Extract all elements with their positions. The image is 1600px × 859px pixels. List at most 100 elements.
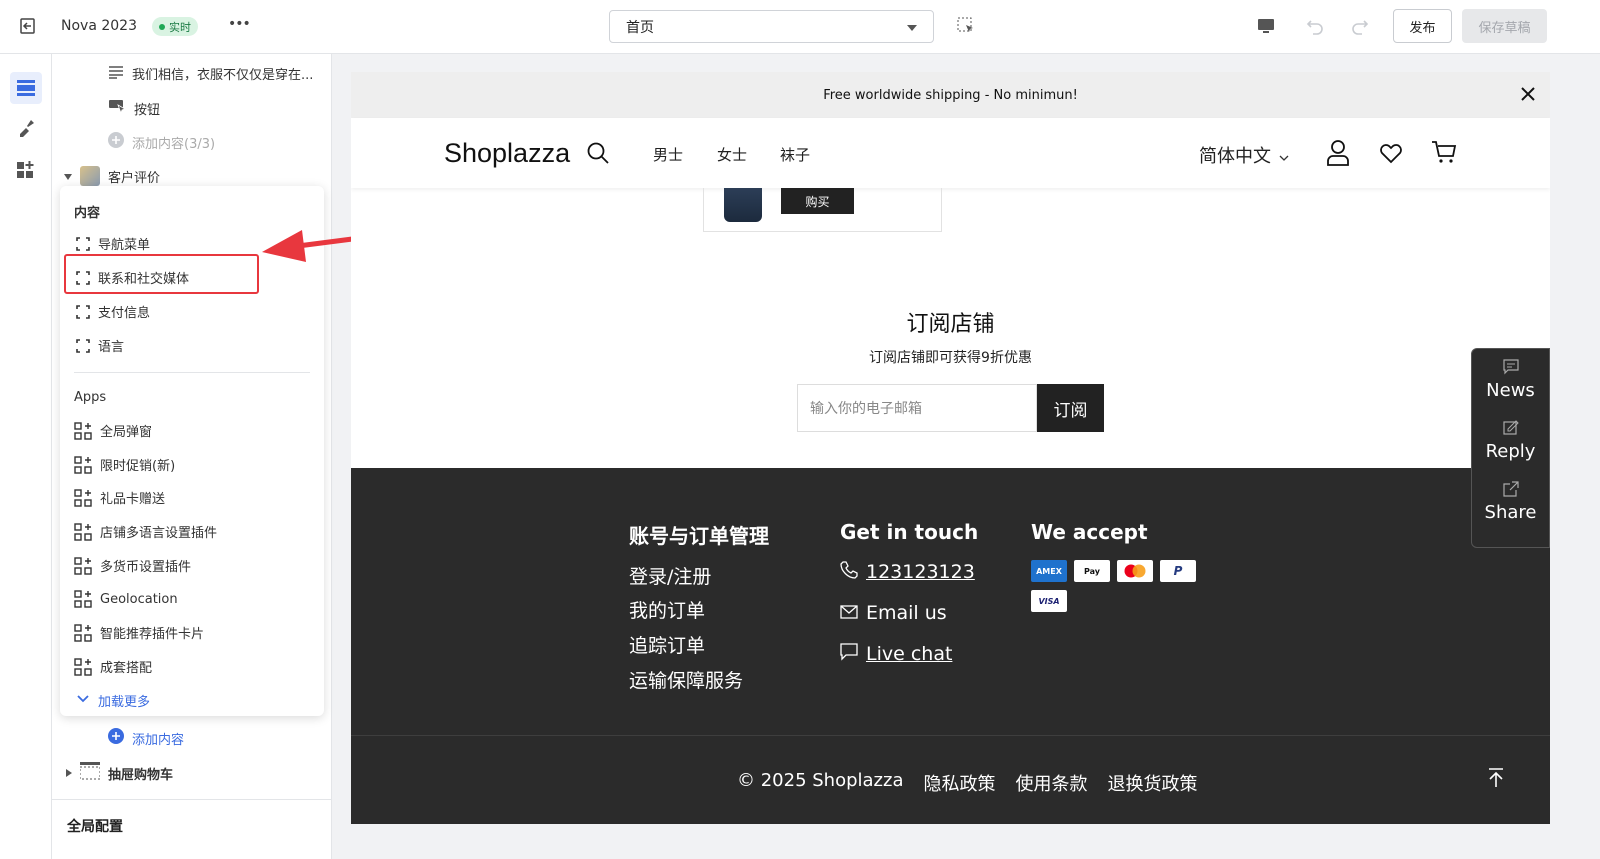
caret-down-icon [64, 169, 72, 184]
popup-app-geolocation[interactable]: Geolocation [74, 590, 178, 608]
add-content-button[interactable]: 添加内容 [108, 728, 184, 748]
button-cursor-icon [108, 98, 126, 118]
back-to-top-icon[interactable] [1487, 768, 1505, 792]
floating-share-widget: News Reply Share [1471, 348, 1550, 548]
desktop-view-icon[interactable] [1256, 16, 1276, 40]
page-select[interactable]: 首页 [609, 10, 934, 43]
popup-app-outfit[interactable]: 成套搭配 [74, 657, 152, 676]
email-input[interactable]: 输入你的电子邮箱 [797, 384, 1037, 432]
policy-privacy-link[interactable]: 隐私政策 [923, 770, 995, 796]
search-icon[interactable] [587, 142, 609, 168]
save-draft-button[interactable]: 保存草稿 [1462, 9, 1547, 43]
language-select-label: 简体中文 [1199, 146, 1271, 167]
popup-app-multilang[interactable]: 店铺多语言设置插件 [74, 522, 217, 541]
popup-app-global-popup[interactable]: 全局弹窗 [74, 421, 152, 440]
policy-refund-link[interactable]: 退换货政策 [1107, 770, 1197, 796]
footer-phone-number: 123123123 [866, 561, 975, 583]
popup-item-nav-menu[interactable]: 导航菜单 [76, 234, 150, 253]
visa-card-icon: VISA [1031, 590, 1067, 612]
plus-circle-icon [108, 728, 124, 748]
float-reply-label: Reply [1485, 440, 1536, 462]
add-content-disabled[interactable]: 添加内容(3/3) [108, 132, 215, 152]
tree-item-text[interactable]: 我们相信，衣服不仅仅是穿在... [108, 64, 313, 83]
buy-button[interactable]: 购买 [781, 188, 854, 214]
announcement-bar: Free worldwide shipping - No minimun! [351, 72, 1550, 118]
footer-link-shipping[interactable]: 运输保障服务 [629, 666, 743, 693]
exit-icon[interactable] [18, 16, 38, 40]
copyright-text: © 2025 Shoplazza [737, 770, 904, 791]
app-block-icon [74, 421, 92, 440]
drawer-section-icon [79, 762, 101, 784]
footer-chat[interactable]: Live chat [840, 643, 952, 665]
app-block-icon [74, 623, 92, 642]
popup-app-multicurrency[interactable]: 多货币设置插件 [74, 556, 191, 575]
store-preview: Free worldwide shipping - No minimun! Sh… [351, 72, 1550, 824]
popup-item-contact-social[interactable]: 联系和社交媒体 [76, 268, 189, 287]
popup-item-label: 支付信息 [98, 306, 151, 321]
theme-settings-icon[interactable] [16, 118, 36, 142]
reviews-section-icon [80, 166, 100, 186]
mastercard-icon [1117, 560, 1153, 582]
footer-accept-title: We accept [1031, 520, 1148, 544]
live-dot-icon [159, 23, 165, 30]
section-drawer-cart-label: 抽屉购物车 [108, 767, 174, 783]
undo-icon[interactable] [1305, 16, 1325, 40]
more-options-button[interactable]: ••• [228, 16, 251, 32]
chevron-down-icon [1279, 145, 1289, 166]
phone-icon [840, 561, 858, 583]
float-news-button[interactable]: News [1472, 349, 1549, 410]
float-reply-button[interactable]: Reply [1472, 410, 1549, 471]
announcement-text: Free worldwide shipping - No minimun! [823, 87, 1078, 103]
subscribe-button[interactable]: 订阅 [1037, 384, 1104, 432]
popup-apps-heading: Apps [74, 390, 107, 405]
live-badge-label: 实时 [169, 20, 191, 34]
policy-terms-link[interactable]: 使用条款 [1015, 770, 1087, 796]
store-header: Shoplazza 男士 女士 袜子 简体中文 [351, 118, 1550, 188]
float-share-label: Share [1484, 501, 1537, 523]
footer-link-orders[interactable]: 我的订单 [629, 596, 705, 623]
popup-item-payment[interactable]: 支付信息 [76, 302, 150, 321]
language-select[interactable]: 简体中文 [1199, 142, 1289, 168]
caret-right-icon [66, 766, 72, 781]
popup-app-label: 礼品卡赠送 [100, 492, 166, 507]
panel-divider [52, 799, 332, 800]
popup-content-heading: 内容 [74, 206, 101, 221]
product-image[interactable] [724, 188, 762, 222]
float-share-button[interactable]: Share [1472, 471, 1549, 532]
sections-icon[interactable] [10, 72, 42, 104]
store-logo[interactable]: Shoplazza [444, 138, 570, 169]
footer-link-track[interactable]: 追踪订单 [629, 631, 705, 658]
chat-bubble-icon [840, 643, 858, 665]
wishlist-heart-icon[interactable] [1379, 142, 1403, 168]
element-select-icon[interactable] [957, 17, 975, 39]
popup-item-language[interactable]: 语言 [76, 336, 124, 355]
footer-phone[interactable]: 123123123 [840, 561, 975, 583]
app-block-icon [74, 556, 92, 575]
popup-app-flash-sale[interactable]: 限时促销(新) [74, 455, 175, 474]
nav-women[interactable]: 女士 [717, 144, 747, 165]
global-config-heading[interactable]: 全局配置 [67, 816, 123, 836]
footer-link-login[interactable]: 登录/注册 [629, 562, 711, 589]
nav-men[interactable]: 男士 [653, 144, 683, 165]
apps-icon[interactable] [16, 160, 36, 184]
nav-socks[interactable]: 袜子 [780, 144, 810, 165]
load-more-button[interactable]: 加载更多 [76, 691, 150, 710]
popup-divider [74, 372, 310, 373]
footer-email[interactable]: Email us [840, 602, 947, 624]
close-icon[interactable] [1520, 86, 1536, 106]
popup-app-recommend[interactable]: 智能推荐插件卡片 [74, 623, 204, 642]
popup-app-label: 限时促销(新) [100, 459, 176, 474]
footer-divider [351, 735, 1550, 736]
footer-bottom-row: © 2025 Shoplazza 隐私政策 使用条款 退换货政策 [737, 770, 1197, 796]
account-icon[interactable] [1327, 140, 1349, 170]
cart-icon[interactable] [1431, 140, 1457, 168]
popup-app-gift-card[interactable]: 礼品卡赠送 [74, 488, 165, 507]
subscribe-desc: 订阅店铺即可获得9折优惠 [869, 350, 1032, 366]
editor-topbar: Nova 2023 实时 ••• 首页 发布 保存草稿 [0, 0, 1600, 54]
redo-icon[interactable] [1350, 16, 1370, 40]
publish-button[interactable]: 发布 [1393, 9, 1452, 43]
tree-item-button[interactable]: 按钮 [108, 98, 160, 118]
section-drawer-cart[interactable]: 抽屉购物车 [66, 762, 173, 784]
section-customer-reviews[interactable]: 客户评价 [64, 166, 160, 186]
apple-pay-icon: Pay [1074, 560, 1110, 582]
